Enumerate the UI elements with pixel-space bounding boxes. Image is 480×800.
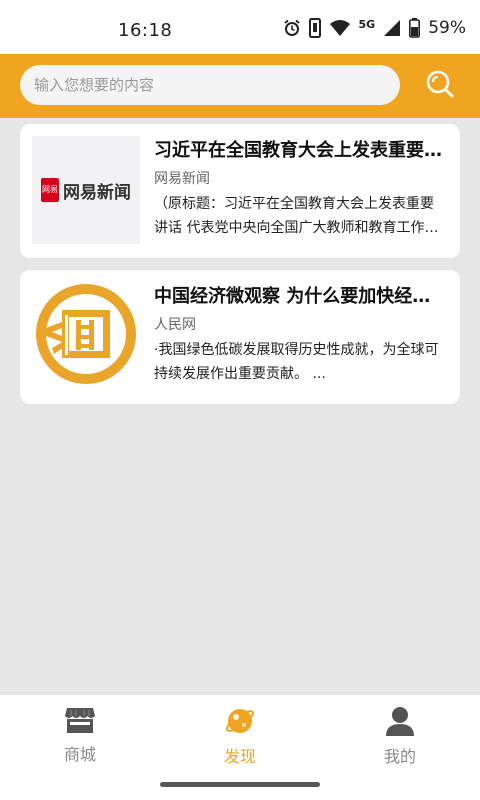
news-title: 习近平在全国教育大会上发表重要讲话 xyxy=(154,140,444,161)
status-bar: 16:18 5G 59% xyxy=(0,0,480,54)
nav-label-shop: 商城 xyxy=(63,745,96,764)
search-icon xyxy=(425,69,455,103)
people-daily-logo-icon xyxy=(32,280,140,392)
news-summary: ·我国绿色低碳发展取得历史性成就，为全球可持续发展作出重要贡献。 ... xyxy=(154,342,439,382)
news-summary: （原标题：习近平在全国教育大会上发表重要讲话 代表党中央向全国广大教师和教育工作… xyxy=(154,196,439,236)
shop-icon xyxy=(64,705,96,739)
news-thumbnail: 网易 网易新闻 xyxy=(32,136,140,244)
nav-item-shop[interactable]: 商城 xyxy=(35,705,125,765)
news-thumbnail xyxy=(32,282,140,390)
news-text: 中国经济微观察 为什么要加快经济社会发展全面绿色转型 人民网 ·我国绿色低碳发展… xyxy=(154,282,444,386)
header-bar xyxy=(0,54,480,118)
news-source: 人民网 xyxy=(154,317,196,333)
alarm-icon xyxy=(283,19,301,37)
news-list: 网易 网易新闻 习近平在全国教育大会上发表重要讲话 网易新闻 （原标题：习近平在… xyxy=(20,124,460,416)
battery-icon xyxy=(409,18,421,38)
planet-icon xyxy=(224,705,256,741)
netease-logo: 网易 网易新闻 xyxy=(41,178,131,203)
search-input[interactable] xyxy=(34,76,384,94)
battery-percent: 59% xyxy=(428,18,466,38)
news-card[interactable]: 网易 网易新闻 习近平在全国教育大会上发表重要讲话 网易新闻 （原标题：习近平在… xyxy=(20,124,460,258)
vibrate-icon xyxy=(308,18,321,38)
network-label: 5G xyxy=(358,17,376,31)
nav-item-mine[interactable]: 我的 xyxy=(355,705,445,766)
nav-label-discover: 发现 xyxy=(223,747,256,766)
news-title: 中国经济微观察 为什么要加快经济社会发展全面绿色转型 xyxy=(154,286,444,307)
news-card[interactable]: 中国经济微观察 为什么要加快经济社会发展全面绿色转型 人民网 ·我国绿色低碳发展… xyxy=(20,270,460,404)
nav-label-mine: 我的 xyxy=(383,747,416,766)
netease-badge: 网易 xyxy=(41,178,59,202)
search-button[interactable] xyxy=(422,68,458,104)
status-time: 16:18 xyxy=(118,20,173,41)
netease-logo-text: 网易新闻 xyxy=(63,182,131,203)
wifi-icon xyxy=(329,19,351,37)
news-text: 习近平在全国教育大会上发表重要讲话 网易新闻 （原标题：习近平在全国教育大会上发… xyxy=(154,136,444,240)
nav-item-discover[interactable]: 发现 xyxy=(195,705,285,766)
news-source: 网易新闻 xyxy=(154,171,210,187)
user-icon xyxy=(384,705,416,741)
home-indicator[interactable] xyxy=(160,782,320,787)
signal-icon xyxy=(383,19,401,37)
status-icons: 5G 59% xyxy=(283,18,466,38)
netease-badge-text: 网易 xyxy=(42,185,58,194)
search-box[interactable] xyxy=(20,65,400,105)
